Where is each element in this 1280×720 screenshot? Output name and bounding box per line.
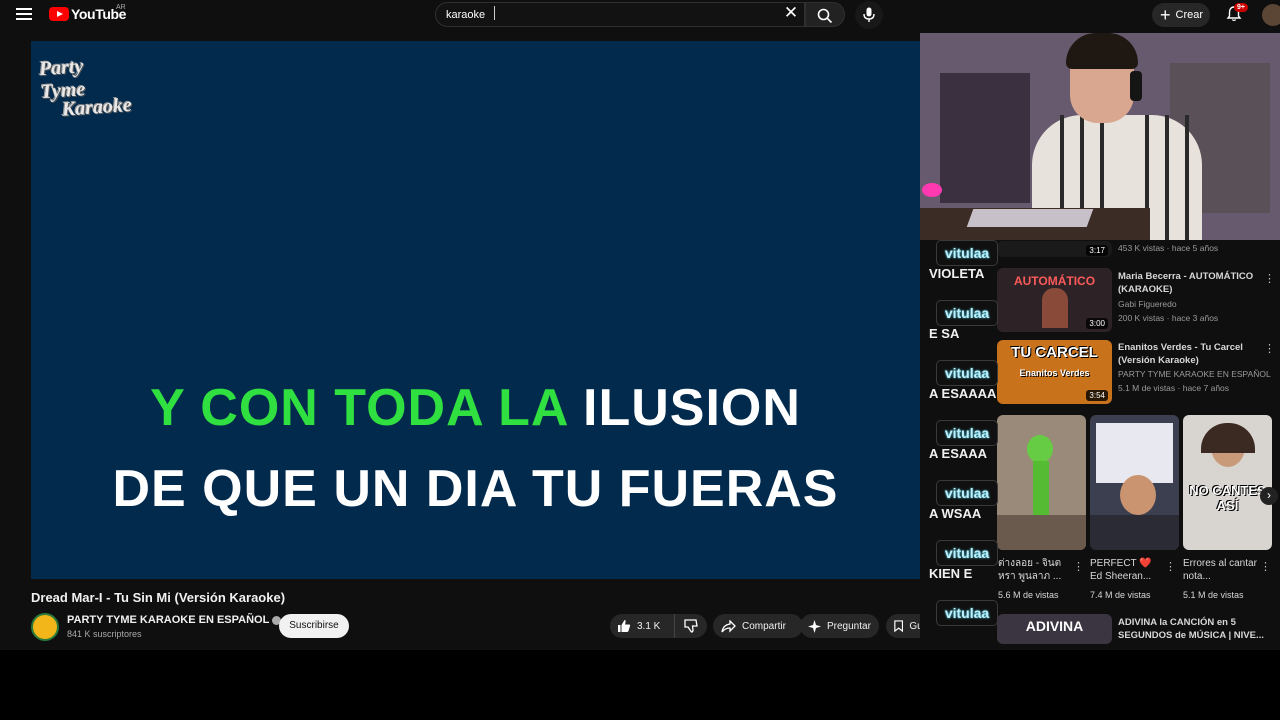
video-title: Dread Mar-I - Tu Sin Mi (Versión Karaoke… [31, 590, 286, 605]
short-thumbnail[interactable]: NO CANTES ASÍ [1183, 415, 1272, 550]
chevron-right-icon[interactable]: › [1260, 487, 1278, 505]
chat-message: A WSAA [929, 506, 982, 521]
recommendation-meta: 453 K vistas · hace 5 años [1118, 243, 1219, 253]
search-query: karaoke [446, 9, 486, 21]
short-title[interactable]: PERFECT ❤️ Ed Sheeran... [1090, 557, 1165, 583]
recommendation-meta: 5.1 M de vistas · hace 7 años [1118, 383, 1230, 393]
plus-icon: + [1160, 5, 1171, 25]
like-dislike-group: 3.1 K [610, 614, 707, 638]
thumbnail-text: TU CARCEL [1011, 344, 1098, 361]
chat-message: A ESAAAA [929, 386, 997, 401]
subscribe-button[interactable]: Suscribirse [279, 614, 349, 638]
recommendation-channel[interactable]: PARTY TYME KARAOKE EN ESPAÑOL [1118, 369, 1271, 379]
search-input[interactable]: karaoke [435, 2, 805, 27]
subscriber-count: 841 K suscriptores [67, 629, 142, 639]
short-views: 7.4 M de vistas [1090, 590, 1151, 600]
thumbnail-subtext: Enanitos Verdes [1019, 368, 1090, 378]
recommendation-title[interactable]: ADIVINA la CANCIÓN en 5 SEGUNDOS de MÚSI… [1118, 616, 1268, 642]
short-overlay-text: NO CANTES ASÍ [1189, 483, 1266, 513]
create-button[interactable]: + Crear [1152, 3, 1210, 27]
search-icon [817, 8, 833, 24]
share-label: Compartir [742, 620, 786, 632]
short-views: 5.6 M de vistas [998, 590, 1059, 600]
channel-avatar[interactable] [31, 613, 59, 641]
more-options-icon[interactable]: ⋮ [1073, 560, 1084, 573]
logo-line-2: Karaoke [61, 93, 133, 121]
ask-label: Preguntar [827, 620, 871, 632]
short-title[interactable]: Errores al cantar nota... [1183, 557, 1258, 583]
channel-name[interactable]: PARTY TYME KARAOKE EN ESPAÑOL [67, 614, 282, 626]
video-duration: 3:54 [1086, 390, 1108, 401]
chat-username: vitulaa [936, 480, 998, 506]
clear-search-icon[interactable]: ✕ [783, 4, 799, 21]
chat-username: vitulaa [936, 240, 998, 266]
sparkle-icon [808, 619, 821, 633]
menu-icon[interactable] [16, 8, 32, 20]
video-duration: 3:17 [1086, 245, 1108, 256]
voice-search-button[interactable] [855, 1, 883, 29]
short-thumbnail[interactable] [997, 415, 1086, 550]
recommendation-title[interactable]: Maria Becerra - AUTOMÁTICO (KARAOKE) [1118, 270, 1268, 296]
account-avatar[interactable] [1262, 4, 1280, 26]
chat-message: A ESAAA [929, 446, 988, 461]
youtube-watch-page: YouTube AR karaoke ✕ + Crear 9+ Party Ty… [0, 0, 1280, 720]
ask-button[interactable]: Preguntar [800, 614, 879, 638]
create-label: Crear [1175, 9, 1204, 21]
more-options-icon[interactable]: ⋮ [1260, 560, 1271, 573]
recommendation-thumbnail[interactable]: AUTOMÁTICO 3:00 [997, 268, 1112, 332]
lyric-upcoming-part: ILUSION [567, 379, 801, 437]
youtube-logo[interactable]: YouTube [49, 6, 126, 22]
short-views: 5.1 M de vistas [1183, 590, 1244, 600]
chat-message: KIEN E [929, 566, 973, 581]
dislike-button[interactable] [674, 614, 707, 638]
top-bar: YouTube AR karaoke ✕ + Crear 9+ [0, 0, 1280, 30]
thumbnail-text: AUTOMÁTICO [1013, 274, 1096, 288]
letterbox-bar [0, 650, 1280, 720]
youtube-play-icon [49, 7, 69, 21]
recommendation-meta: 200 K vistas · hace 3 años [1118, 313, 1219, 323]
lyric-line-2: DE QUE UN DIA TU FUERAS [112, 460, 839, 518]
short-title[interactable]: ต่างลอย - จินตหรา พูนลาภ ... [998, 557, 1073, 583]
chat-username: vitulaa [936, 540, 998, 566]
lyric-sung-part: Y CON TODA LA [150, 379, 568, 437]
party-tyme-karaoke-logo: Party Tyme Karaoke [38, 52, 135, 121]
thumbnail-text: ADIVINA [1025, 618, 1084, 634]
chat-username: vitulaa [936, 420, 998, 446]
chat-username: vitulaa [936, 600, 998, 626]
bookmark-icon [894, 620, 904, 633]
like-button[interactable]: 3.1 K [610, 614, 672, 638]
thumbs-down-icon [684, 619, 698, 633]
notifications-badge: 9+ [1234, 3, 1248, 12]
recommendation-thumbnail[interactable]: ADIVINA [997, 614, 1112, 644]
video-duration: 3:00 [1086, 318, 1108, 329]
microphone-icon [863, 7, 875, 22]
lyric-line-1: Y CON TODA LA ILUSION [31, 378, 920, 438]
recommendation-thumbnail[interactable]: 3:17 [997, 241, 1112, 257]
text-cursor [494, 6, 495, 20]
recommendation-channel[interactable]: Gabi Figueredo [1118, 299, 1177, 309]
like-count: 3.1 K [637, 620, 661, 632]
more-options-icon[interactable]: ⋮ [1264, 272, 1275, 285]
chat-username: vitulaa [936, 300, 998, 326]
share-button[interactable]: Compartir [713, 614, 803, 638]
chat-message: VIOLETA [929, 266, 985, 281]
streamer-webcam [920, 33, 1280, 240]
channel-name-text: PARTY TYME KARAOKE EN ESPAÑOL [67, 614, 270, 626]
thumbs-up-icon [618, 620, 631, 632]
search-button[interactable] [805, 2, 845, 27]
recommendation-title[interactable]: Enanitos Verdes - Tu Carcel (Versión Kar… [1118, 341, 1268, 367]
more-options-icon[interactable]: ⋮ [1165, 560, 1176, 573]
chat-username: vitulaa [936, 360, 998, 386]
share-icon [721, 619, 736, 633]
logo-country-code: AR [116, 4, 126, 11]
recommendation-thumbnail[interactable]: TU CARCEL Enanitos Verdes 3:54 [997, 340, 1112, 404]
short-thumbnail[interactable] [1090, 415, 1179, 550]
more-options-icon[interactable]: ⋮ [1264, 342, 1275, 355]
chat-message: E SA [929, 326, 960, 341]
video-player[interactable]: Party Tyme Karaoke Y CON TODA LA ILUSION… [31, 41, 920, 579]
